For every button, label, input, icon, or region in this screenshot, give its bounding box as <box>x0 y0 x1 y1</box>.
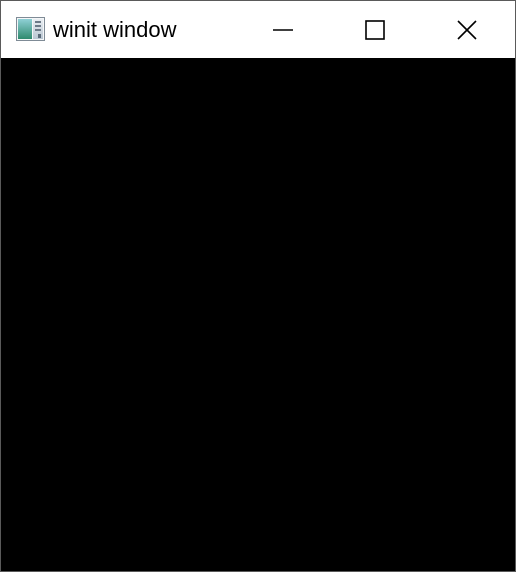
minimize-button[interactable] <box>237 1 329 58</box>
maximize-icon <box>364 19 386 41</box>
window-title: winit window <box>53 17 177 42</box>
minimize-icon <box>272 19 294 41</box>
app-window-icon[interactable] <box>16 17 45 41</box>
client-area[interactable] <box>1 58 515 571</box>
app-window: winit window <box>0 0 516 572</box>
maximize-button[interactable] <box>329 1 421 58</box>
close-button[interactable] <box>421 1 513 58</box>
close-icon <box>456 19 478 41</box>
title-bar[interactable]: winit window <box>1 1 515 58</box>
